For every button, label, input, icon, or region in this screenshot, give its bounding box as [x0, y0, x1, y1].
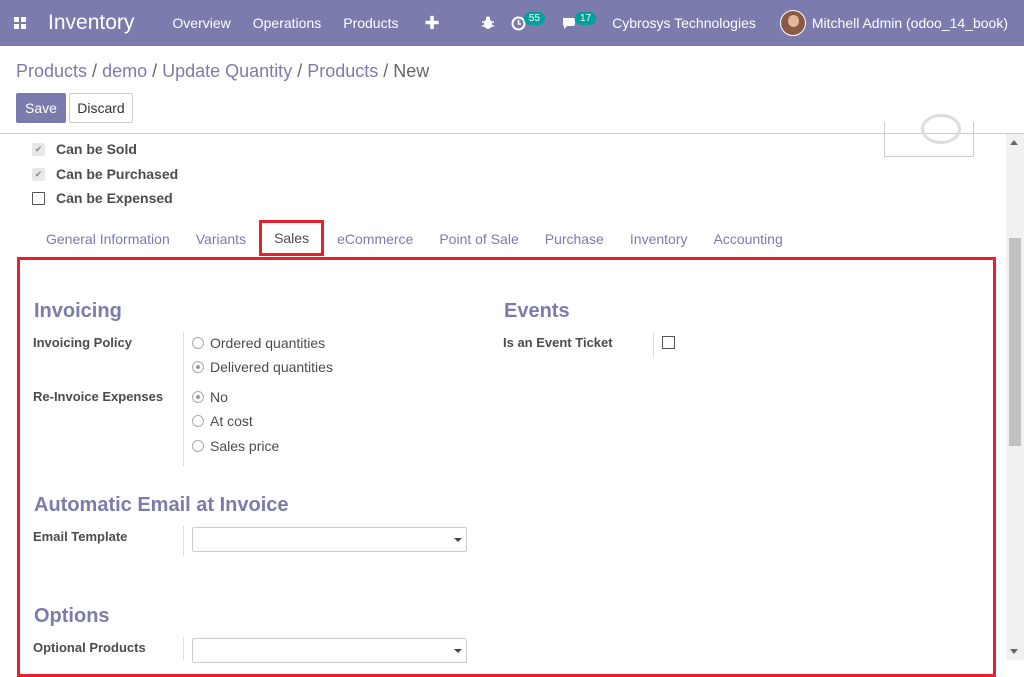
chevron-down-icon[interactable] [454, 649, 462, 653]
save-button[interactable]: Save [16, 93, 66, 123]
optional-products-select[interactable] [192, 638, 467, 663]
invoicing-policy-label: Invoicing Policy [33, 335, 132, 350]
divider [183, 332, 184, 466]
scroll-up-icon[interactable] [1010, 140, 1018, 145]
tab-ecommerce[interactable]: eCommerce [324, 222, 426, 256]
form-tabs: General Information Variants Sales eComm… [33, 220, 796, 256]
option-label: Can be Purchased [56, 166, 179, 182]
activities-clock-icon[interactable]: 55 [511, 11, 546, 31]
breadcrumb-item[interactable]: demo [102, 61, 147, 81]
company-switcher[interactable]: Cybrosys Technologies [612, 15, 756, 31]
events-title: Events [504, 300, 570, 322]
option-can-be-sold[interactable]: ✔ Can be Sold [32, 141, 137, 157]
tab-purchase[interactable]: Purchase [532, 222, 617, 256]
chevron-down-icon[interactable] [454, 538, 462, 542]
app-brand[interactable]: Inventory [48, 11, 134, 35]
messages-badge: 17 [575, 11, 597, 25]
radio-no[interactable]: No [192, 389, 228, 405]
user-name: Mitchell Admin (odoo_14_book) [811, 15, 1008, 31]
user-menu[interactable]: Mitchell Admin (odoo_14_book) [779, 10, 1008, 36]
divider [0, 133, 1024, 134]
main-menu: Overview Operations Products ✚ [172, 13, 461, 34]
breadcrumb: Products / demo / Update Quantity / Products / N… [16, 61, 430, 81]
tab-accounting[interactable]: Accounting [700, 222, 795, 256]
option-label: Can be Sold [56, 141, 137, 157]
event-ticket-checkbox[interactable] [662, 336, 675, 349]
radio-button[interactable] [192, 440, 204, 452]
tab-inventory[interactable]: Inventory [617, 222, 701, 256]
option-label: Can be Expensed [56, 190, 173, 206]
checkbox-checked[interactable]: ✔ [32, 167, 45, 181]
radio-ordered-quantities[interactable]: Ordered quantities [192, 335, 325, 351]
systray: 55 17 Cybrosys Technologies Mitchell Adm… [481, 0, 1024, 46]
radio-button-selected[interactable] [192, 361, 204, 373]
breadcrumb-current: New [393, 61, 430, 81]
email-template-label: Email Template [33, 529, 128, 544]
activities-badge: 55 [523, 11, 546, 25]
radio-button-selected[interactable] [192, 391, 204, 403]
invoicing-title: Invoicing [34, 300, 122, 322]
optional-products-label: Optional Products [33, 640, 146, 655]
email-section-title: Automatic Email at Invoice [34, 494, 289, 516]
scroll-thumb[interactable] [1009, 238, 1021, 446]
breadcrumb-item[interactable]: Update Quantity [162, 61, 292, 81]
checkbox-unchecked[interactable] [32, 191, 45, 205]
checkbox-checked[interactable]: ✔ [32, 142, 45, 156]
radio-delivered-quantities[interactable]: Delivered quantities [192, 359, 333, 375]
event-ticket-label: Is an Event Ticket [503, 335, 613, 350]
options-title: Options [34, 605, 110, 627]
option-can-be-purchased[interactable]: ✔ Can be Purchased [32, 166, 178, 182]
tab-sales[interactable]: Sales [259, 220, 325, 256]
radio-button[interactable] [192, 337, 204, 349]
tab-point-of-sale[interactable]: Point of Sale [426, 222, 531, 256]
tab-variants[interactable]: Variants [183, 222, 259, 256]
menu-products[interactable]: Products [343, 15, 398, 31]
divider [183, 637, 184, 660]
plus-icon[interactable]: ✚ [424, 13, 439, 34]
divider [183, 526, 184, 556]
radio-at-cost[interactable]: At cost [192, 413, 253, 429]
option-can-be-expensed[interactable]: Can be Expensed [32, 190, 173, 206]
tab-general-information[interactable]: General Information [33, 222, 183, 256]
divider [653, 332, 654, 358]
product-image[interactable] [884, 114, 974, 157]
scroll-down-icon[interactable] [1010, 649, 1018, 654]
menu-operations[interactable]: Operations [253, 15, 321, 31]
reinvoice-expenses-label: Re-Invoice Expenses [33, 389, 164, 404]
apps-menu-icon[interactable] [0, 0, 40, 46]
radio-sales-price[interactable]: Sales price [192, 438, 279, 454]
radio-button[interactable] [192, 415, 204, 427]
debug-bug-icon[interactable] [481, 16, 495, 30]
email-template-select[interactable] [192, 527, 467, 552]
avatar [779, 10, 806, 36]
vertical-scrollbar[interactable] [1006, 134, 1024, 660]
discard-button[interactable]: Discard [69, 93, 133, 123]
menu-overview[interactable]: Overview [172, 15, 230, 31]
breadcrumb-item[interactable]: Products [16, 61, 87, 81]
top-navbar: Inventory Overview Operations Products ✚… [0, 0, 1024, 46]
breadcrumb-item[interactable]: Products [307, 61, 378, 81]
messages-chat-icon[interactable]: 17 [561, 11, 597, 30]
